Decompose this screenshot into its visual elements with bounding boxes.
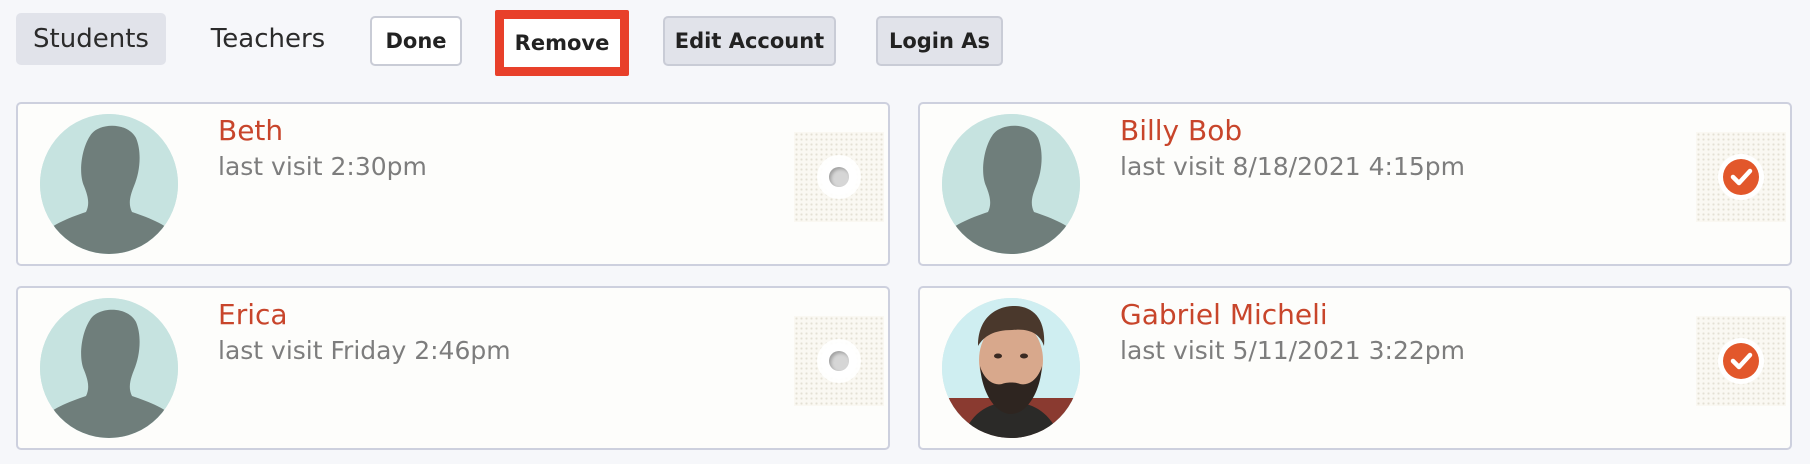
tab-teachers[interactable]: Teachers <box>186 13 350 65</box>
user-name[interactable]: Erica <box>218 298 288 331</box>
default-avatar-icon <box>40 298 178 438</box>
select-toggle[interactable] <box>1696 132 1786 222</box>
unchecked-radio-icon <box>821 159 857 195</box>
login-as-button[interactable]: Login As <box>876 16 1003 66</box>
last-visit: last visit Friday 2:46pm <box>218 336 511 365</box>
unchecked-radio-icon <box>821 343 857 379</box>
user-photo <box>942 298 1080 438</box>
checkmark-icon <box>1723 159 1759 195</box>
select-toggle[interactable] <box>794 316 884 406</box>
default-avatar-icon <box>40 114 178 254</box>
last-visit: last visit 5/11/2021 3:22pm <box>1120 336 1465 365</box>
user-card[interactable]: Billy Bob last visit 8/18/2021 4:15pm <box>918 102 1792 266</box>
default-avatar-icon <box>942 114 1080 254</box>
tab-students[interactable]: Students <box>16 13 166 65</box>
select-toggle[interactable] <box>794 132 884 222</box>
user-name[interactable]: Gabriel Micheli <box>1120 298 1328 331</box>
toolbar: Students Teachers Done Remove Edit Accou… <box>0 0 1810 90</box>
user-card[interactable]: Erica last visit Friday 2:46pm <box>16 286 890 450</box>
user-card[interactable]: Gabriel Micheli last visit 5/11/2021 3:2… <box>918 286 1792 450</box>
checkmark-icon <box>1723 343 1759 379</box>
done-button[interactable]: Done <box>370 16 462 66</box>
edit-account-button[interactable]: Edit Account <box>663 16 836 66</box>
remove-button[interactable]: Remove <box>495 10 629 76</box>
last-visit: last visit 2:30pm <box>218 152 427 181</box>
user-card[interactable]: Beth last visit 2:30pm <box>16 102 890 266</box>
user-name[interactable]: Beth <box>218 114 283 147</box>
last-visit: last visit 8/18/2021 4:15pm <box>1120 152 1465 181</box>
user-name[interactable]: Billy Bob <box>1120 114 1242 147</box>
select-toggle[interactable] <box>1696 316 1786 406</box>
